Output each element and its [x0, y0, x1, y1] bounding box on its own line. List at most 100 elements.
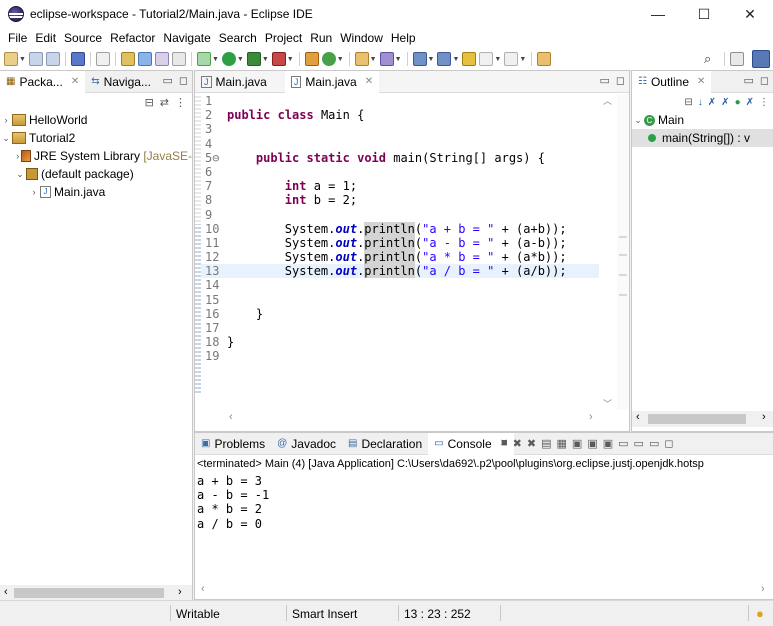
search-dropdown-icon[interactable]: ▼	[395, 56, 402, 63]
tree-item-tutorial2[interactable]: ⌄ Tutorial2	[0, 129, 192, 147]
minimize-view-icon[interactable]: ▭	[599, 74, 609, 87]
scroll-left-icon[interactable]: ‹	[4, 586, 8, 598]
tab-outline[interactable]: ☷ Outline ✕	[632, 70, 712, 93]
tab-package-explorer[interactable]: ▦ Packa... ✕	[0, 70, 86, 93]
scroll-left-icon[interactable]: ‹	[229, 411, 233, 423]
debug-icon[interactable]	[196, 52, 211, 66]
scroll-left-icon[interactable]: ‹	[636, 411, 640, 423]
collapse-all-icon[interactable]: ⊟	[145, 96, 154, 109]
terminate-icon[interactable]: ■	[501, 437, 508, 450]
save-all-icon[interactable]	[45, 52, 60, 66]
vertical-scrollbar[interactable]: ︿ ﹀	[600, 94, 616, 410]
new-class-icon[interactable]	[321, 52, 336, 66]
remove-all-terminated-icon[interactable]: ✖	[527, 437, 536, 450]
code-line[interactable]: 3	[201, 122, 599, 136]
menu-navigate[interactable]: Navigate	[159, 31, 214, 45]
code-line[interactable]: 7 int a = 1;	[201, 179, 599, 193]
hide-non-public-icon[interactable]: ●	[735, 97, 741, 108]
tab-problems[interactable]: ▣ Problems	[195, 433, 271, 455]
coverage-dropdown-icon[interactable]: ▼	[262, 56, 269, 63]
toggle-mark-occurrences-icon[interactable]	[137, 52, 152, 66]
code-line[interactable]: 16 }	[201, 307, 599, 321]
remove-launch-icon[interactable]: ✖	[513, 437, 522, 450]
hide-fields-icon[interactable]: ✗	[708, 97, 716, 108]
menu-help[interactable]: Help	[387, 31, 420, 45]
scroll-right-icon[interactable]: ›	[589, 411, 593, 423]
scroll-right-icon[interactable]: ›	[762, 411, 766, 423]
code-line[interactable]: 15	[201, 293, 599, 307]
close-tab-icon[interactable]: ✕	[71, 76, 79, 87]
new-dropdown-icon[interactable]: ▼	[19, 56, 26, 63]
search-tool-icon[interactable]	[379, 52, 394, 66]
code-line[interactable]: 11 System.out.println("a - b = " + (a-b)…	[201, 235, 599, 250]
new-java-project-icon[interactable]	[304, 52, 319, 66]
next-annotation-icon[interactable]	[412, 52, 427, 66]
code-line[interactable]: 4	[201, 137, 599, 151]
back-dropdown-icon[interactable]: ▼	[494, 56, 501, 63]
block-selection-icon[interactable]	[154, 52, 169, 66]
close-tab-icon[interactable]: ✕	[365, 76, 373, 87]
last-edit-location-icon[interactable]	[462, 52, 477, 66]
code-line[interactable]: 10 System.out.println("a + b = " + (a+b)…	[201, 221, 599, 236]
back-icon[interactable]	[479, 52, 494, 66]
menu-source[interactable]: Source	[60, 31, 106, 45]
tab-javadoc[interactable]: @ Javadoc	[271, 433, 342, 455]
tab-main-java-1[interactable]: J Main.java	[195, 71, 273, 93]
run-dropdown-icon[interactable]: ▼	[237, 56, 244, 63]
forward-dropdown-icon[interactable]: ▼	[519, 56, 526, 63]
open-folder-icon[interactable]	[354, 52, 369, 66]
code-line[interactable]: 17	[201, 321, 599, 335]
maximize-view-icon[interactable]: ◻	[616, 74, 625, 87]
close-button[interactable]: ✕	[727, 0, 773, 28]
scroll-up-icon[interactable]: ︿	[603, 94, 612, 107]
horizontal-scrollbar[interactable]: ‹ ›	[201, 411, 617, 427]
code-line[interactable]: 6	[201, 165, 599, 179]
java-perspective-icon[interactable]	[752, 50, 770, 68]
scrollbar-thumb[interactable]	[648, 414, 746, 424]
menu-edit[interactable]: Edit	[31, 31, 60, 45]
code-line[interactable]: 18}	[201, 335, 599, 349]
scroll-right-icon[interactable]: ›	[761, 583, 765, 595]
minimize-button[interactable]: —	[635, 0, 681, 28]
code-line[interactable]: 1	[201, 94, 599, 108]
scroll-lock-icon[interactable]: ▤	[541, 437, 551, 450]
word-wrap-icon[interactable]: ▦	[557, 437, 567, 450]
tab-navigator[interactable]: ⇆ Naviga...	[85, 71, 157, 93]
view-menu-icon[interactable]: ⋮	[759, 97, 769, 108]
debug-dropdown-icon[interactable]: ▼	[212, 56, 219, 63]
code-line[interactable]: 12 System.out.println("a * b = " + (a*b)…	[201, 250, 599, 265]
menu-file[interactable]: File	[4, 31, 31, 45]
pin-console-icon[interactable]: ▣	[603, 437, 613, 450]
previous-annotation-dropdown-icon[interactable]: ▼	[452, 56, 459, 63]
menu-refactor[interactable]: Refactor	[106, 31, 159, 45]
code-line[interactable]: 5⊖ public static void main(String[] args…	[201, 151, 599, 165]
new-icon[interactable]	[4, 52, 18, 66]
tree-item-main-java[interactable]: › J Main.java	[0, 183, 192, 201]
tab-declaration[interactable]: ▤ Declaration	[342, 433, 428, 455]
open-type-icon[interactable]	[120, 52, 135, 66]
scrollbar-thumb[interactable]	[14, 588, 164, 598]
link-with-editor-icon[interactable]: ⇄	[160, 96, 169, 109]
maximize-view-icon[interactable]: ◻	[760, 74, 769, 87]
maximize-view-icon[interactable]: ◻	[664, 437, 673, 450]
show-on-error-icon[interactable]: ▣	[587, 437, 597, 450]
pin-editor-icon[interactable]	[537, 52, 552, 66]
next-annotation-dropdown-icon[interactable]: ▼	[428, 56, 435, 63]
scroll-down-icon[interactable]: ﹀	[603, 397, 612, 410]
code-line[interactable]: 14	[201, 278, 599, 292]
collapse-icon[interactable]: ⌄	[0, 133, 12, 144]
outline-item-main-class[interactable]: ⌄ C Main	[632, 111, 773, 129]
hide-local-types-icon[interactable]: ✗	[746, 97, 754, 108]
code-editor[interactable]: 1 2 public class Main {3 4 5⊖ public static …	[201, 94, 599, 410]
tab-main-java-2[interactable]: J Main.java ✕	[284, 70, 380, 93]
tree-item-helloworld[interactable]: › HelloWorld	[0, 111, 192, 129]
minimize-view-icon[interactable]: ▭	[743, 74, 753, 87]
open-console-icon[interactable]: ▭	[634, 437, 644, 450]
horizontal-scrollbar[interactable]: ‹ ›	[632, 411, 773, 427]
collapse-icon[interactable]: ⌄	[632, 115, 644, 126]
expand-icon[interactable]: ›	[0, 115, 12, 125]
code-line[interactable]: 2 public class Main {	[201, 108, 599, 122]
code-line[interactable]: 8 int b = 2;	[201, 193, 599, 207]
hide-static-icon[interactable]: ✗	[721, 97, 729, 108]
collapse-all-icon[interactable]: ⊟	[684, 97, 692, 108]
